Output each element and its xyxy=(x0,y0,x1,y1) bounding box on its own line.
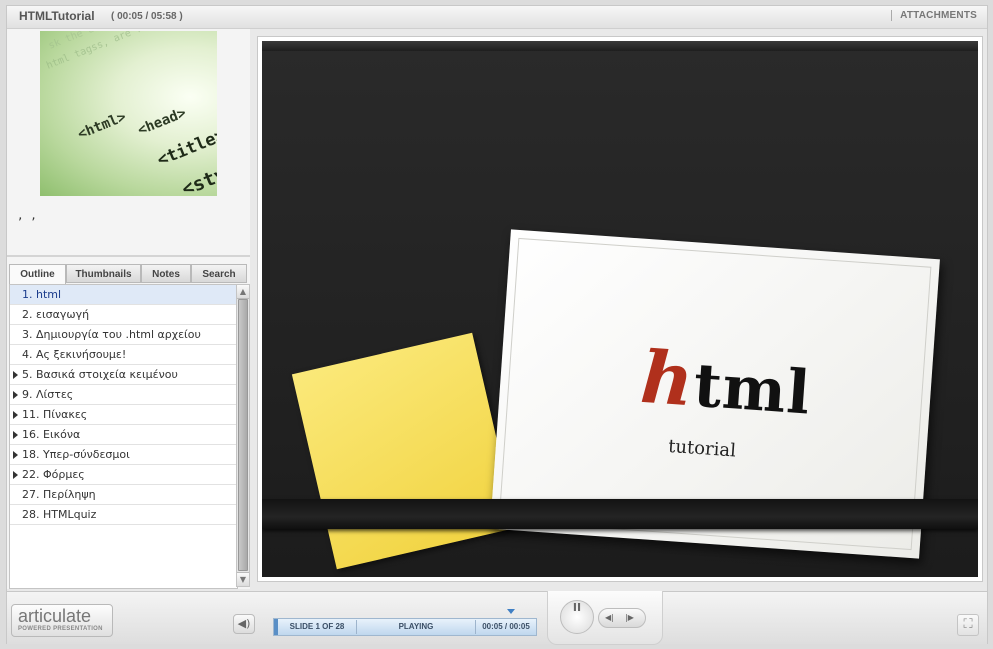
code-image: sk the design disp html tagss, are rele … xyxy=(45,31,217,196)
outline-item[interactable]: 2. εισαγωγή xyxy=(10,305,237,325)
outline-item[interactable]: 11. Πίνακες xyxy=(10,405,237,425)
slide-counter: SLIDE 1 OF 28 xyxy=(289,622,345,631)
code-html: <html> xyxy=(76,109,129,143)
previous-slide-icon[interactable]: ◀| xyxy=(605,609,614,627)
expand-arrow-icon[interactable] xyxy=(13,431,18,439)
outline-item[interactable]: 3. Δημιουργία του .html αρχείου xyxy=(10,325,237,345)
expand-arrow-icon[interactable] xyxy=(13,411,18,419)
expand-arrow-icon[interactable] xyxy=(13,391,18,399)
outline-item-label: 3. Δημιουργία του .html αρχείου xyxy=(22,328,201,341)
outline-item[interactable]: 22. Φόρμες xyxy=(10,465,237,485)
title-bar: HTMLTutorial ( 00:05 / 05:58 ) ATTACHMEN… xyxy=(7,6,987,29)
sidebar-tabs: Outline Thumbnails Notes Search xyxy=(9,264,249,285)
outline-scrollbar[interactable]: ▲ ▼ xyxy=(236,284,250,587)
scroll-up-icon[interactable]: ▲ xyxy=(237,285,249,299)
outline-item[interactable]: 18. Υπερ-σύνδεσμοι xyxy=(10,445,237,465)
outline-item-label: 16. Εικόνα xyxy=(22,428,81,441)
outline-item-label: 22. Φόρμες xyxy=(22,468,85,481)
logo-rest: tml xyxy=(691,350,814,429)
prev-next-buttons: ◀| |▶ xyxy=(598,608,646,628)
pause-icon: II xyxy=(572,601,582,614)
presentation-player: HTMLTutorial ( 00:05 / 05:58 ) ATTACHMEN… xyxy=(6,5,988,645)
next-slide-icon[interactable]: |▶ xyxy=(625,609,634,627)
brand-name: articulate xyxy=(18,606,92,626)
playback-status: PLAYING xyxy=(398,622,434,631)
outline-item-label: 9. Λίστες xyxy=(22,388,74,401)
volume-icon[interactable]: ◀) xyxy=(233,614,255,634)
expand-arrow-icon[interactable] xyxy=(13,471,18,479)
outline-item[interactable]: 28. HTMLquiz xyxy=(10,505,237,525)
fullscreen-icon[interactable]: ⛶ xyxy=(957,614,979,636)
presenter-thumbnail: sk the design disp html tagss, are rele … xyxy=(40,31,217,196)
scroll-down-icon[interactable]: ▼ xyxy=(237,572,249,586)
player-controls: articulate POWERED PRESENTATION ◀) SLIDE… xyxy=(7,591,987,645)
tab-notes[interactable]: Notes xyxy=(141,264,191,283)
tab-thumbnails[interactable]: Thumbnails xyxy=(66,264,141,283)
sticky-note xyxy=(291,332,518,570)
attachments-button[interactable]: ATTACHMENTS xyxy=(891,10,977,21)
outline-item[interactable]: 4. Ας ξεκινήσουμε! xyxy=(10,345,237,365)
playhead-marker-icon[interactable] xyxy=(507,609,515,614)
logo-h: h xyxy=(638,333,698,423)
outline-item-label: 4. Ας ξεκινήσουμε! xyxy=(22,348,127,361)
code-sty: <sty xyxy=(179,163,217,196)
code-head: <head> xyxy=(136,105,189,139)
outline-item-label: 11. Πίνακες xyxy=(22,408,88,421)
player-frame: HTMLTutorial ( 00:05 / 05:58 ) ATTACHMEN… xyxy=(0,0,993,649)
outline-item-label: 18. Υπερ-σύνδεσμοι xyxy=(22,448,130,461)
brand-tagline: POWERED PRESENTATION xyxy=(18,626,103,632)
outline-item[interactable]: 1. html xyxy=(10,285,237,305)
outline-item[interactable]: 5. Βασικά στοιχεία κειμένου xyxy=(10,365,237,385)
black-band xyxy=(262,499,978,529)
articulate-logo[interactable]: articulate POWERED PRESENTATION xyxy=(11,604,113,637)
presentation-title: HTMLTutorial xyxy=(19,9,95,23)
sidebar: sk the design disp html tagss, are rele … xyxy=(7,29,250,589)
sidebar-divider xyxy=(7,255,250,257)
seekbar[interactable]: SLIDE 1 OF 28 PLAYING 00:05 / 00:05 xyxy=(273,618,537,636)
outline-item[interactable]: 16. Εικόνα xyxy=(10,425,237,445)
playback-buttons: II ◀| |▶ xyxy=(547,591,663,645)
outline-item-label: 28. HTMLquiz xyxy=(22,508,97,521)
outline-item[interactable]: 9. Λίστες xyxy=(10,385,237,405)
scrollbar-thumb[interactable] xyxy=(238,299,248,571)
elapsed-time: 00:05 / 00:05 xyxy=(482,622,530,631)
total-time: ( 00:05 / 05:58 ) xyxy=(111,11,183,22)
slide-logo: html xyxy=(638,334,814,431)
outline-item-label: 27. Περίληψη xyxy=(22,488,96,501)
outline-item-label: 2. εισαγωγή xyxy=(22,308,90,321)
outline-item[interactable]: 27. Περίληψη xyxy=(10,485,237,505)
slide-canvas[interactable]: html tutorial xyxy=(262,41,978,577)
outline-list: 1. html 2. εισαγωγή 3. Δημιουργία του .h… xyxy=(9,284,238,589)
expand-arrow-icon[interactable] xyxy=(13,451,18,459)
tab-outline[interactable]: Outline xyxy=(9,264,66,285)
pause-button[interactable]: II xyxy=(560,600,594,634)
expand-arrow-icon[interactable] xyxy=(13,371,18,379)
outline-item-label: 1. html xyxy=(22,288,62,301)
slide-top-edge xyxy=(262,41,978,51)
presenter-description: , , xyxy=(17,209,37,222)
slide-viewport: html tutorial xyxy=(257,36,983,582)
code-title: <title> xyxy=(154,125,217,170)
outline-item-label: 5. Βασικά στοιχεία κειμένου xyxy=(22,368,178,381)
tab-search[interactable]: Search xyxy=(191,264,247,283)
